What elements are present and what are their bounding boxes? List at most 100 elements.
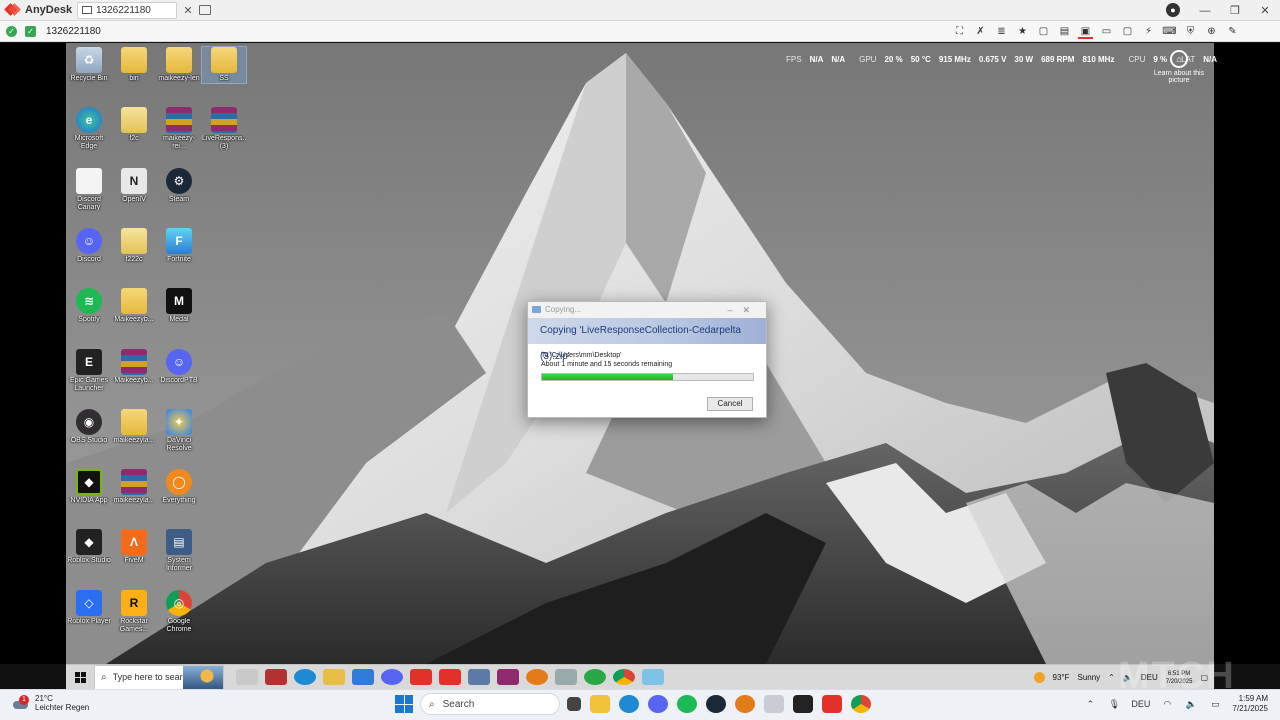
account-icon[interactable]: ● (1166, 3, 1180, 17)
keyboard-icon[interactable]: ⌨ (1162, 24, 1177, 39)
desktop-icon[interactable]: ☺ Discord (67, 227, 111, 264)
remote-start-button[interactable] (66, 665, 94, 690)
desktop-icon[interactable]: e Microsoft Edge (67, 107, 111, 151)
desktop-icon[interactable]: SS (201, 46, 247, 84)
app-red-icon[interactable] (265, 669, 287, 685)
desktop-icon[interactable]: maikeezy-len (157, 47, 201, 83)
close-button[interactable]: ✕ (1250, 4, 1280, 17)
learn-about-picture[interactable]: ⌂ Learn about this picture (1153, 50, 1205, 84)
notepad-icon[interactable] (764, 695, 784, 713)
actions-icon[interactable]: ⚡ (1141, 24, 1156, 39)
cancel-button[interactable]: Cancel (707, 397, 753, 411)
wifi-icon[interactable]: ◠ (1160, 698, 1174, 710)
chrome-taskbar-icon[interactable] (613, 669, 635, 685)
desktop-icon[interactable]: ◎ Google Chrome (157, 589, 201, 634)
spotify-icon[interactable] (677, 695, 697, 713)
start-button[interactable] (395, 695, 413, 713)
desktop-icon[interactable]: ⚙ Steam (157, 167, 201, 204)
rar-taskbar-icon[interactable] (497, 669, 519, 685)
app-green-icon[interactable] (584, 669, 606, 685)
remote-temp: 93°F (1052, 673, 1070, 682)
tray-chevron-icon[interactable]: ⌃ (1083, 698, 1097, 710)
battery-icon[interactable]: ▭ (1208, 698, 1222, 710)
desktop-icon[interactable]: ▤ System Informer (157, 529, 201, 573)
desktop-icon[interactable]: E Epic Games Launcher (67, 348, 111, 393)
remote-actions-icon[interactable]: ⛶ (952, 24, 967, 39)
desktop-icon[interactable]: ♻ Recycle Bin (67, 47, 111, 83)
files-icon[interactable]: ≣ (994, 24, 1009, 39)
desktop-icon[interactable]: maikeezy-rei... (157, 107, 201, 151)
desktop-icon[interactable]: Λ FiveM (112, 529, 156, 565)
copy-dialog[interactable]: Copying... –✕ Copying 'LiveResponseColle… (527, 301, 767, 418)
notepad-taskbar-icon[interactable] (555, 669, 577, 685)
dialog-window-controls[interactable]: –✕ (727, 302, 760, 318)
tray-chevron-icon[interactable]: ⌃ (1108, 673, 1115, 682)
mic-icon[interactable]: 🎙 (1107, 698, 1121, 710)
desktop-icon[interactable]: f2c (112, 107, 156, 143)
desktop-icon-label: SS (219, 75, 229, 82)
desktop-icon[interactable]: maikeezyla... (112, 469, 156, 505)
desktop-icon[interactable]: f222c (112, 227, 156, 264)
edge-icon[interactable] (619, 695, 639, 713)
minimize-button[interactable]: — (1190, 5, 1220, 17)
favorite-icon[interactable]: ★ (1015, 24, 1030, 39)
desktop-icon[interactable]: ◇ Roblox Player (67, 589, 111, 626)
desktop-icon[interactable]: bin (112, 47, 156, 83)
file-transfer-icon[interactable]: ▢ (1036, 24, 1051, 39)
chat-icon[interactable]: ▢ (1120, 24, 1135, 39)
weather-widget[interactable]: 1 21°C Leichter Regen (13, 694, 89, 712)
desktop-icon[interactable]: ◯ Everything (157, 469, 201, 505)
desktop-icon[interactable]: ◆ NVIDIA App (67, 469, 111, 505)
desktop-icon[interactable]: maikeezyla... (112, 408, 156, 445)
desktop-icon[interactable]: ☺ DiscordPTB (157, 348, 201, 385)
close-tab-icon[interactable]: ✕ (181, 4, 195, 17)
folder-taskbar-icon[interactable] (323, 669, 345, 685)
everything-taskbar-icon[interactable] (526, 669, 548, 685)
desktop-icon[interactable]: Maikeezyb... (112, 348, 156, 385)
file-explorer-icon[interactable] (590, 695, 610, 713)
taskbar-search[interactable]: ⌕ Search (420, 693, 560, 715)
permissions-icon[interactable]: ⛨ (1183, 24, 1198, 39)
anydesk-icon[interactable] (822, 695, 842, 713)
desktop-icon[interactable]: M Medal (157, 288, 201, 324)
task-view-icon[interactable] (236, 669, 258, 685)
chrome-icon[interactable] (851, 695, 871, 713)
discord-taskbar-icon[interactable] (381, 669, 403, 685)
app-lightblue-icon[interactable] (642, 669, 664, 685)
desktop-icon[interactable]: N OpenIV (112, 167, 156, 204)
steam-icon[interactable] (706, 695, 726, 713)
monitor-select-icon[interactable]: ▭ (1099, 24, 1114, 39)
desktop-icon[interactable]: ≋ Spotify (67, 288, 111, 324)
desktop-icon[interactable]: LiveRespons... (3) (202, 107, 246, 151)
desktop-icon[interactable]: Discord Canary (67, 167, 111, 212)
anydesk-taskbar-icon-2[interactable] (439, 669, 461, 685)
desktop-icon[interactable]: F Fortnite (157, 227, 201, 264)
session-tab[interactable]: 1326221180 (77, 1, 177, 19)
maximize-button[interactable]: ❐ (1220, 4, 1250, 17)
input-icon[interactable]: ✗ (973, 24, 988, 39)
remote-search-box[interactable]: ⌕ Type here to search (94, 664, 224, 690)
epic-icon[interactable] (793, 695, 813, 713)
whiteboard-icon[interactable]: ✎ (1225, 24, 1240, 39)
edge-taskbar-icon[interactable] (294, 669, 316, 685)
clock[interactable]: 1:59 AM 7/21/2025 (1232, 694, 1268, 714)
everything-icon[interactable] (735, 695, 755, 713)
lang[interactable]: DEU (1131, 698, 1150, 710)
task-view-icon[interactable] (567, 697, 581, 711)
desktop-icon[interactable]: R Rockstar Games... (112, 589, 156, 634)
display-icon[interactable]: ▣ (1078, 24, 1093, 39)
desktop-icon[interactable]: ◉ OBS Studio (67, 408, 111, 445)
store-taskbar-icon[interactable] (352, 669, 374, 685)
clipboard-icon[interactable]: ▤ (1057, 24, 1072, 39)
remote-address[interactable]: 1326221180 (46, 26, 101, 37)
desktop-icon[interactable]: ✦ DaVinci Resolve (157, 408, 201, 453)
desktop-icon[interactable]: Maikeezyb... (112, 288, 156, 324)
recording-icon[interactable]: ⊕ (1204, 24, 1219, 39)
desktop-icon[interactable]: ◆ Roblox Studio (67, 529, 111, 565)
anydesk-taskbar-icon[interactable] (410, 669, 432, 685)
new-tab-icon[interactable] (199, 5, 211, 15)
discord-icon[interactable] (648, 695, 668, 713)
spotlight-icon: ⌂ (1170, 50, 1188, 68)
volume-icon[interactable]: 🔈 (1184, 698, 1198, 710)
app-blue-icon[interactable] (468, 669, 490, 685)
